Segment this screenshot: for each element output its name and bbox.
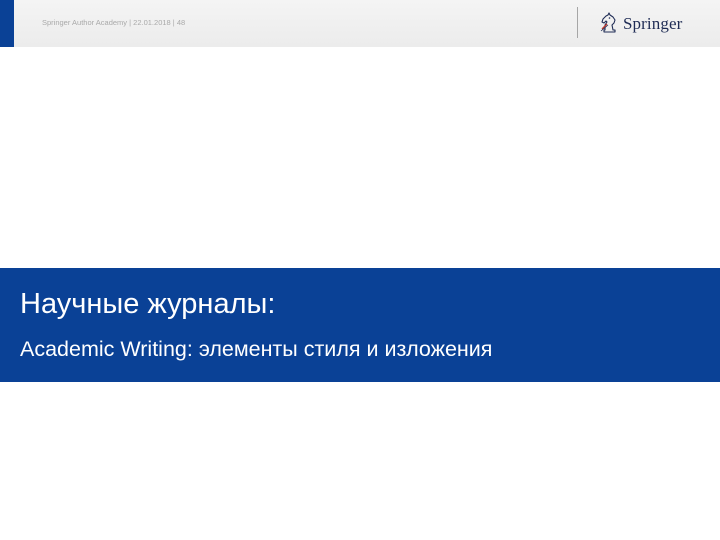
header-divider xyxy=(577,7,578,38)
header-bar: Springer Author Academy | 22.01.2018 | 4… xyxy=(0,0,720,47)
springer-horse-icon xyxy=(600,12,616,33)
slide-title: Научные журналы: xyxy=(20,288,276,320)
slide: Springer Author Academy | 22.01.2018 | 4… xyxy=(0,0,720,540)
springer-logo: Springer xyxy=(598,9,682,37)
logo-wordmark: Springer xyxy=(623,13,683,33)
header-info-text: Springer Author Academy | 22.01.2018 | 4… xyxy=(42,18,186,27)
title-band xyxy=(0,268,720,382)
slide-subtitle: Academic Writing: элементы стиля и излож… xyxy=(20,337,493,361)
accent-stripe xyxy=(0,0,14,47)
